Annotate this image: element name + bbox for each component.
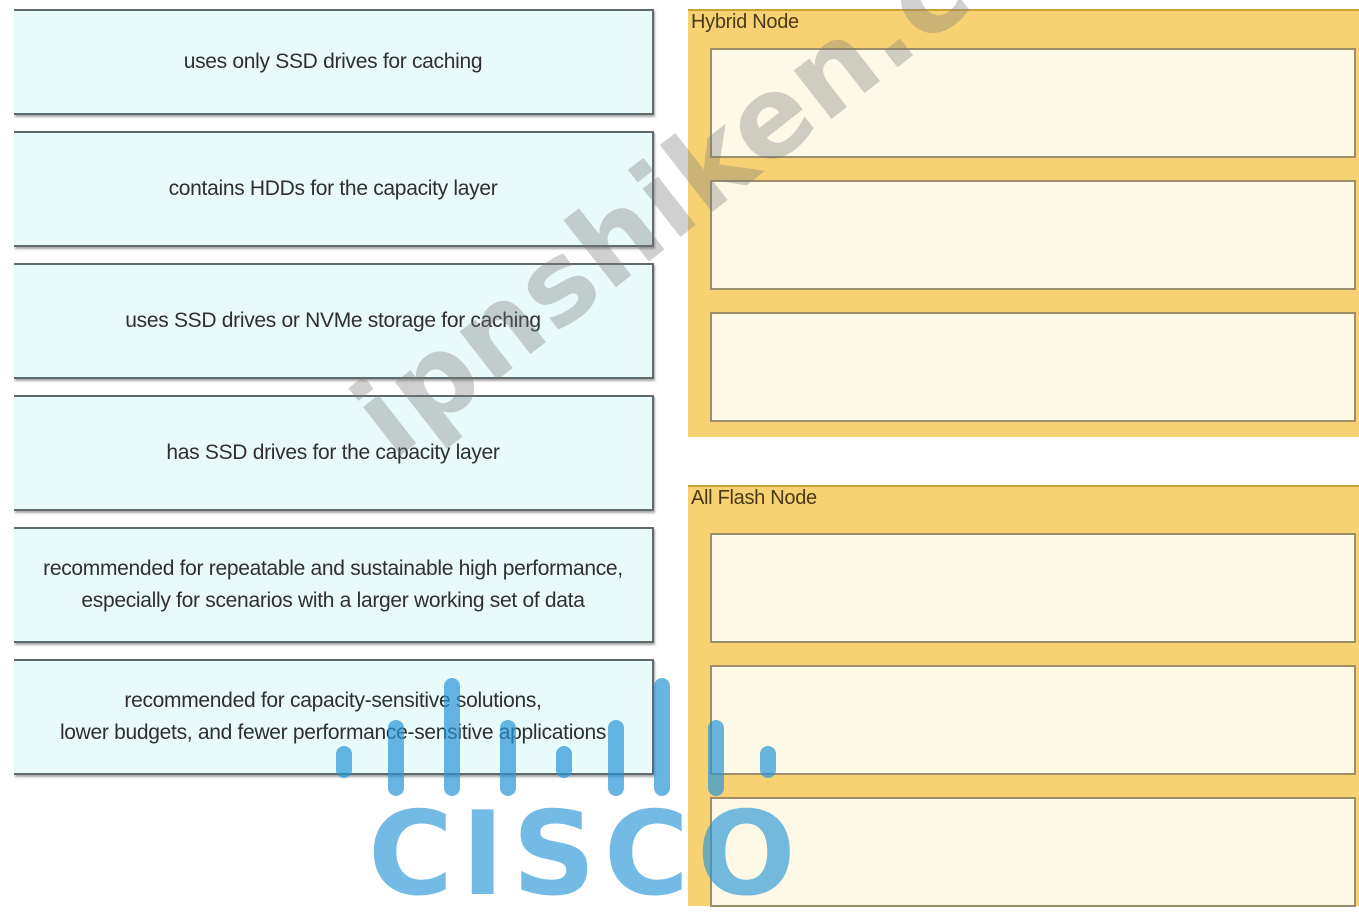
drag-item-label: recommended for capacity-sensitive solut…	[59, 689, 607, 744]
drop-slot[interactable]	[710, 48, 1356, 158]
group-label: Hybrid Node	[691, 11, 799, 33]
cisco-logo-bar	[654, 678, 670, 796]
target-group-all-flash-node: All Flash Node	[688, 485, 1359, 907]
drag-item-6[interactable]: recommended for capacity-sensitive solut…	[14, 659, 654, 775]
drag-item-5[interactable]: recommended for repeatable and sustainab…	[14, 527, 654, 643]
target-group-hybrid-node: Hybrid Node	[688, 9, 1359, 437]
drop-slot[interactable]	[710, 797, 1356, 907]
drag-item-label: contains HDDs for the capacity layer	[168, 177, 498, 200]
drag-item-2[interactable]: contains HDDs for the capacity layer	[14, 131, 654, 247]
drop-slot[interactable]	[710, 312, 1356, 422]
drag-item-label: uses only SSD drives for caching	[183, 50, 483, 73]
drag-item-3[interactable]: uses SSD drives or NVMe storage for cach…	[14, 263, 654, 379]
drop-slot[interactable]	[710, 533, 1356, 643]
group-label: All Flash Node	[691, 487, 817, 509]
drag-item-label: has SSD drives for the capacity layer	[166, 441, 500, 464]
drag-item-4[interactable]: has SSD drives for the capacity layer	[14, 395, 654, 511]
drop-slot[interactable]	[710, 180, 1356, 290]
drag-item-1[interactable]: uses only SSD drives for caching	[14, 9, 654, 115]
drag-item-label: uses SSD drives or NVMe storage for cach…	[125, 309, 541, 332]
drag-item-label: recommended for repeatable and sustainab…	[43, 557, 623, 612]
drop-slot[interactable]	[710, 665, 1356, 775]
